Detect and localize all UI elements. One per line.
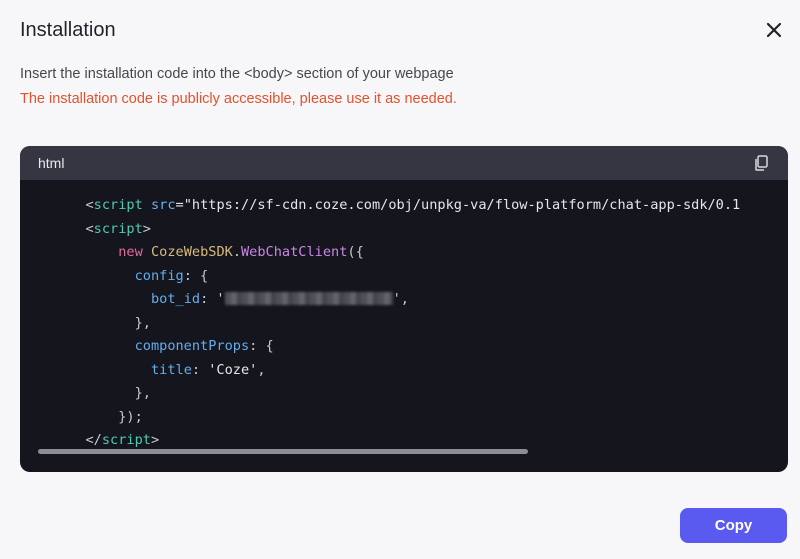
installation-dialog: Installation Insert the installation cod… bbox=[0, 0, 800, 559]
horizontal-scrollbar[interactable] bbox=[38, 449, 528, 454]
code-line: title: 'Coze', bbox=[150, 361, 266, 378]
code-line: }, bbox=[134, 385, 151, 401]
code-line: <script> bbox=[85, 220, 151, 237]
copy-icon[interactable] bbox=[752, 154, 770, 172]
code-line: componentProps: { bbox=[134, 338, 274, 354]
code-content[interactable]: <script src="https://sf-cdn.coze.com/obj… bbox=[20, 180, 788, 456]
code-language-label: html bbox=[38, 155, 65, 171]
warning-text: The installation code is publicly access… bbox=[20, 91, 457, 107]
redacted-bot-id bbox=[224, 292, 393, 305]
code-line: new CozeWebSDK.WebChatClient({ bbox=[118, 244, 364, 260]
code-line: }); bbox=[118, 408, 143, 425]
close-icon[interactable] bbox=[762, 18, 786, 42]
dialog-title: Installation bbox=[20, 19, 116, 41]
code-block: html <script src="https://sf-cdn.coze.co… bbox=[20, 146, 788, 472]
copy-button[interactable]: Copy bbox=[680, 508, 787, 543]
code-line: }, bbox=[134, 314, 151, 331]
code-line: <script src="https://sf-cdn.coze.com/obj… bbox=[85, 197, 741, 213]
code-line: bot_id: ' ', bbox=[150, 291, 409, 307]
dialog-description: Insert the installation code into the <b… bbox=[20, 66, 454, 82]
code-line: config: { bbox=[134, 267, 209, 284]
code-header: html bbox=[20, 146, 788, 180]
